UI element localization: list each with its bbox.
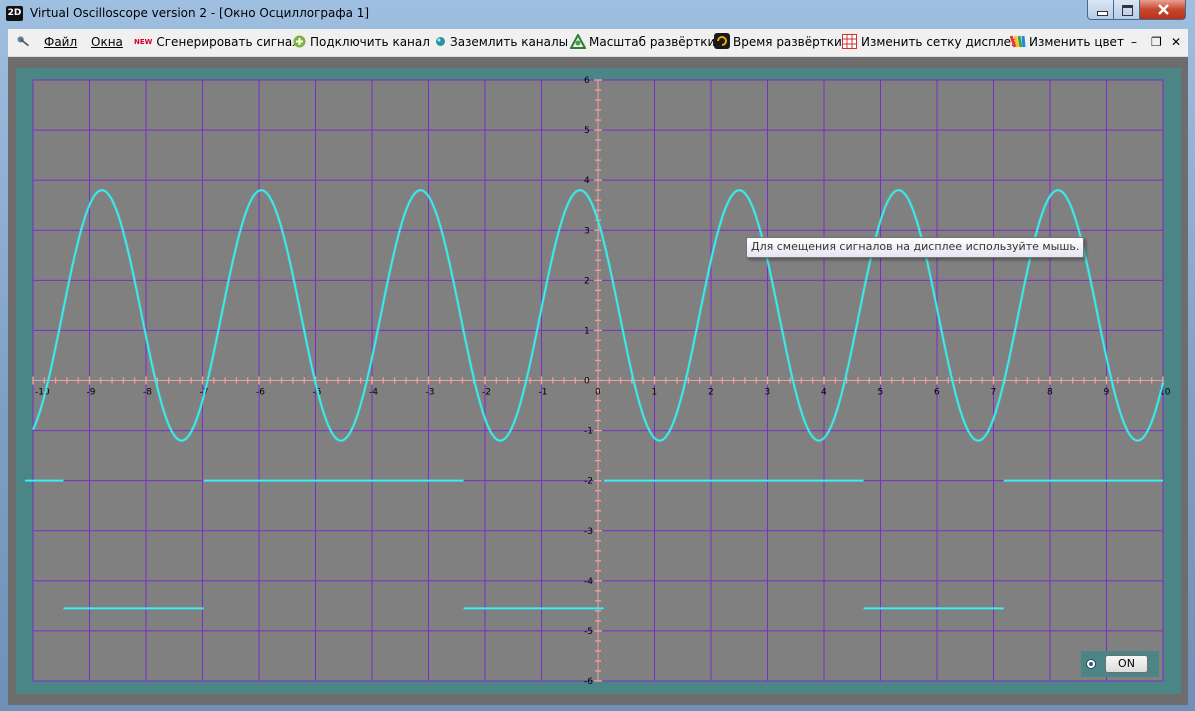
color-palette-icon xyxy=(1009,35,1026,48)
minimize-button[interactable] xyxy=(1087,0,1114,20)
y-tick-label: 2 xyxy=(584,276,590,286)
x-tick-label: -9 xyxy=(87,388,96,398)
oscilloscope-frame: -10 -9 -8 -7 -6 -5 -4 -3 -2 -1 0 1 2 3 4 5 6 7 8 9 10 6 5 4 3 2 1 0… xyxy=(16,68,1181,694)
minimize-icon xyxy=(1097,11,1108,16)
mdi-restore-button[interactable]: ❐ xyxy=(1151,29,1162,56)
x-tick-label: 0 xyxy=(595,388,601,398)
x-tick-label: -3 xyxy=(426,388,435,398)
y-tick-label: 3 xyxy=(584,226,590,236)
x-tick-label: 9 xyxy=(1104,388,1110,398)
x-tick-label: 1 xyxy=(652,388,658,398)
menu-sweep-scale[interactable]: Масштаб развёртки xyxy=(569,29,716,56)
mdi-minimize-button[interactable]: – xyxy=(1131,29,1137,56)
menu-change-grid[interactable]: Изменить сетку дисплея xyxy=(842,29,1018,56)
title-bar[interactable]: 2D Virtual Oscilloscope version 2 - [Окн… xyxy=(0,0,1195,29)
menu-windows[interactable]: Окна xyxy=(91,29,123,56)
hint-tooltip: Для смещения сигналов на дисплее использ… xyxy=(746,237,1085,258)
window-title: Virtual Oscilloscope version 2 - [Окно О… xyxy=(30,6,370,20)
scale-triangle-icon xyxy=(569,32,587,49)
mdi-client-area: -10 -9 -8 -7 -6 -5 -4 -3 -2 -1 0 1 2 3 4 5 6 7 8 9 10 6 5 4 3 2 1 0… xyxy=(8,57,1188,705)
app-icon: 2D xyxy=(6,6,23,21)
menu-change-color[interactable]: Изменить цвет xyxy=(1009,29,1124,56)
close-icon xyxy=(1158,4,1169,15)
y-tick-label: -6 xyxy=(584,677,593,687)
menu-file[interactable]: Файл xyxy=(44,29,77,56)
x-tick-label: 8 xyxy=(1047,388,1053,398)
x-tick-label: -10 xyxy=(35,388,50,398)
y-tick-label: 5 xyxy=(584,126,590,136)
x-tick-label: -4 xyxy=(369,388,378,398)
y-tick-label: 0 xyxy=(584,377,590,387)
menu-ground-channels[interactable]: Заземлить каналы xyxy=(435,29,568,56)
y-tick-label: 1 xyxy=(584,326,590,336)
menu-ground-label: Заземлить каналы xyxy=(450,35,569,49)
menu-bar: Файл Окна NEW Сгенерировать сигнал Подклю… xyxy=(8,29,1188,57)
wand-icon[interactable] xyxy=(16,34,30,48)
y-tick-label: -2 xyxy=(584,477,593,487)
menu-sweep-time-label: Время развёртки xyxy=(733,35,842,49)
oscilloscope-display[interactable]: -10 -9 -8 -7 -6 -5 -4 -3 -2 -1 0 1 2 3 4 5 6 7 8 9 106543210… xyxy=(16,68,1181,694)
mdi-close-button[interactable]: ✕ xyxy=(1171,29,1181,56)
x-tick-label: 2 xyxy=(708,388,714,398)
x-tick-label: 5 xyxy=(878,388,884,398)
y-tick-label: -4 xyxy=(584,577,593,587)
ground-dot-icon xyxy=(436,37,445,46)
menu-color-label: Изменить цвет xyxy=(1029,35,1124,49)
x-tick-label: -2 xyxy=(482,388,491,398)
close-button[interactable] xyxy=(1139,0,1186,20)
menu-generate-label: Сгенерировать сигнал xyxy=(156,35,300,49)
app-window: 2D Virtual Oscilloscope version 2 - [Окн… xyxy=(0,0,1195,711)
maximize-icon xyxy=(1122,5,1133,16)
y-tick-label: -5 xyxy=(584,627,593,637)
on-button[interactable]: ON xyxy=(1105,655,1148,673)
x-tick-label: -8 xyxy=(143,388,152,398)
menu-connect-channel[interactable]: Подключить канал xyxy=(293,29,430,56)
menu-generate-signal[interactable]: NEW Сгенерировать сигнал xyxy=(134,29,300,56)
menu-scale-label: Масштаб развёртки xyxy=(589,35,716,49)
plus-circle-icon xyxy=(293,35,306,48)
x-tick-label: -1 xyxy=(539,388,548,398)
menu-connect-label: Подключить канал xyxy=(310,35,430,49)
power-panel: ON xyxy=(1081,651,1159,677)
x-tick-label: 3 xyxy=(765,388,771,398)
window-bottom-border xyxy=(0,705,1195,711)
y-tick-label: 4 xyxy=(584,176,590,186)
x-tick-label: 7 xyxy=(991,388,997,398)
grid-icon xyxy=(842,34,857,49)
y-tick-label: -3 xyxy=(584,527,593,537)
x-tick-label: 6 xyxy=(934,388,940,398)
x-tick-label: 4 xyxy=(821,388,827,398)
menu-sweep-time[interactable]: Время развёртки xyxy=(714,29,842,56)
menu-grid-label: Изменить сетку дисплея xyxy=(861,35,1019,49)
power-radio-icon[interactable] xyxy=(1086,659,1096,669)
maximize-button[interactable] xyxy=(1113,0,1140,20)
y-tick-label: -1 xyxy=(584,427,593,437)
x-tick-label: -6 xyxy=(256,388,265,398)
y-tick-label: 6 xyxy=(584,76,590,86)
clock-icon xyxy=(714,33,730,49)
new-badge-icon: NEW xyxy=(134,38,153,46)
